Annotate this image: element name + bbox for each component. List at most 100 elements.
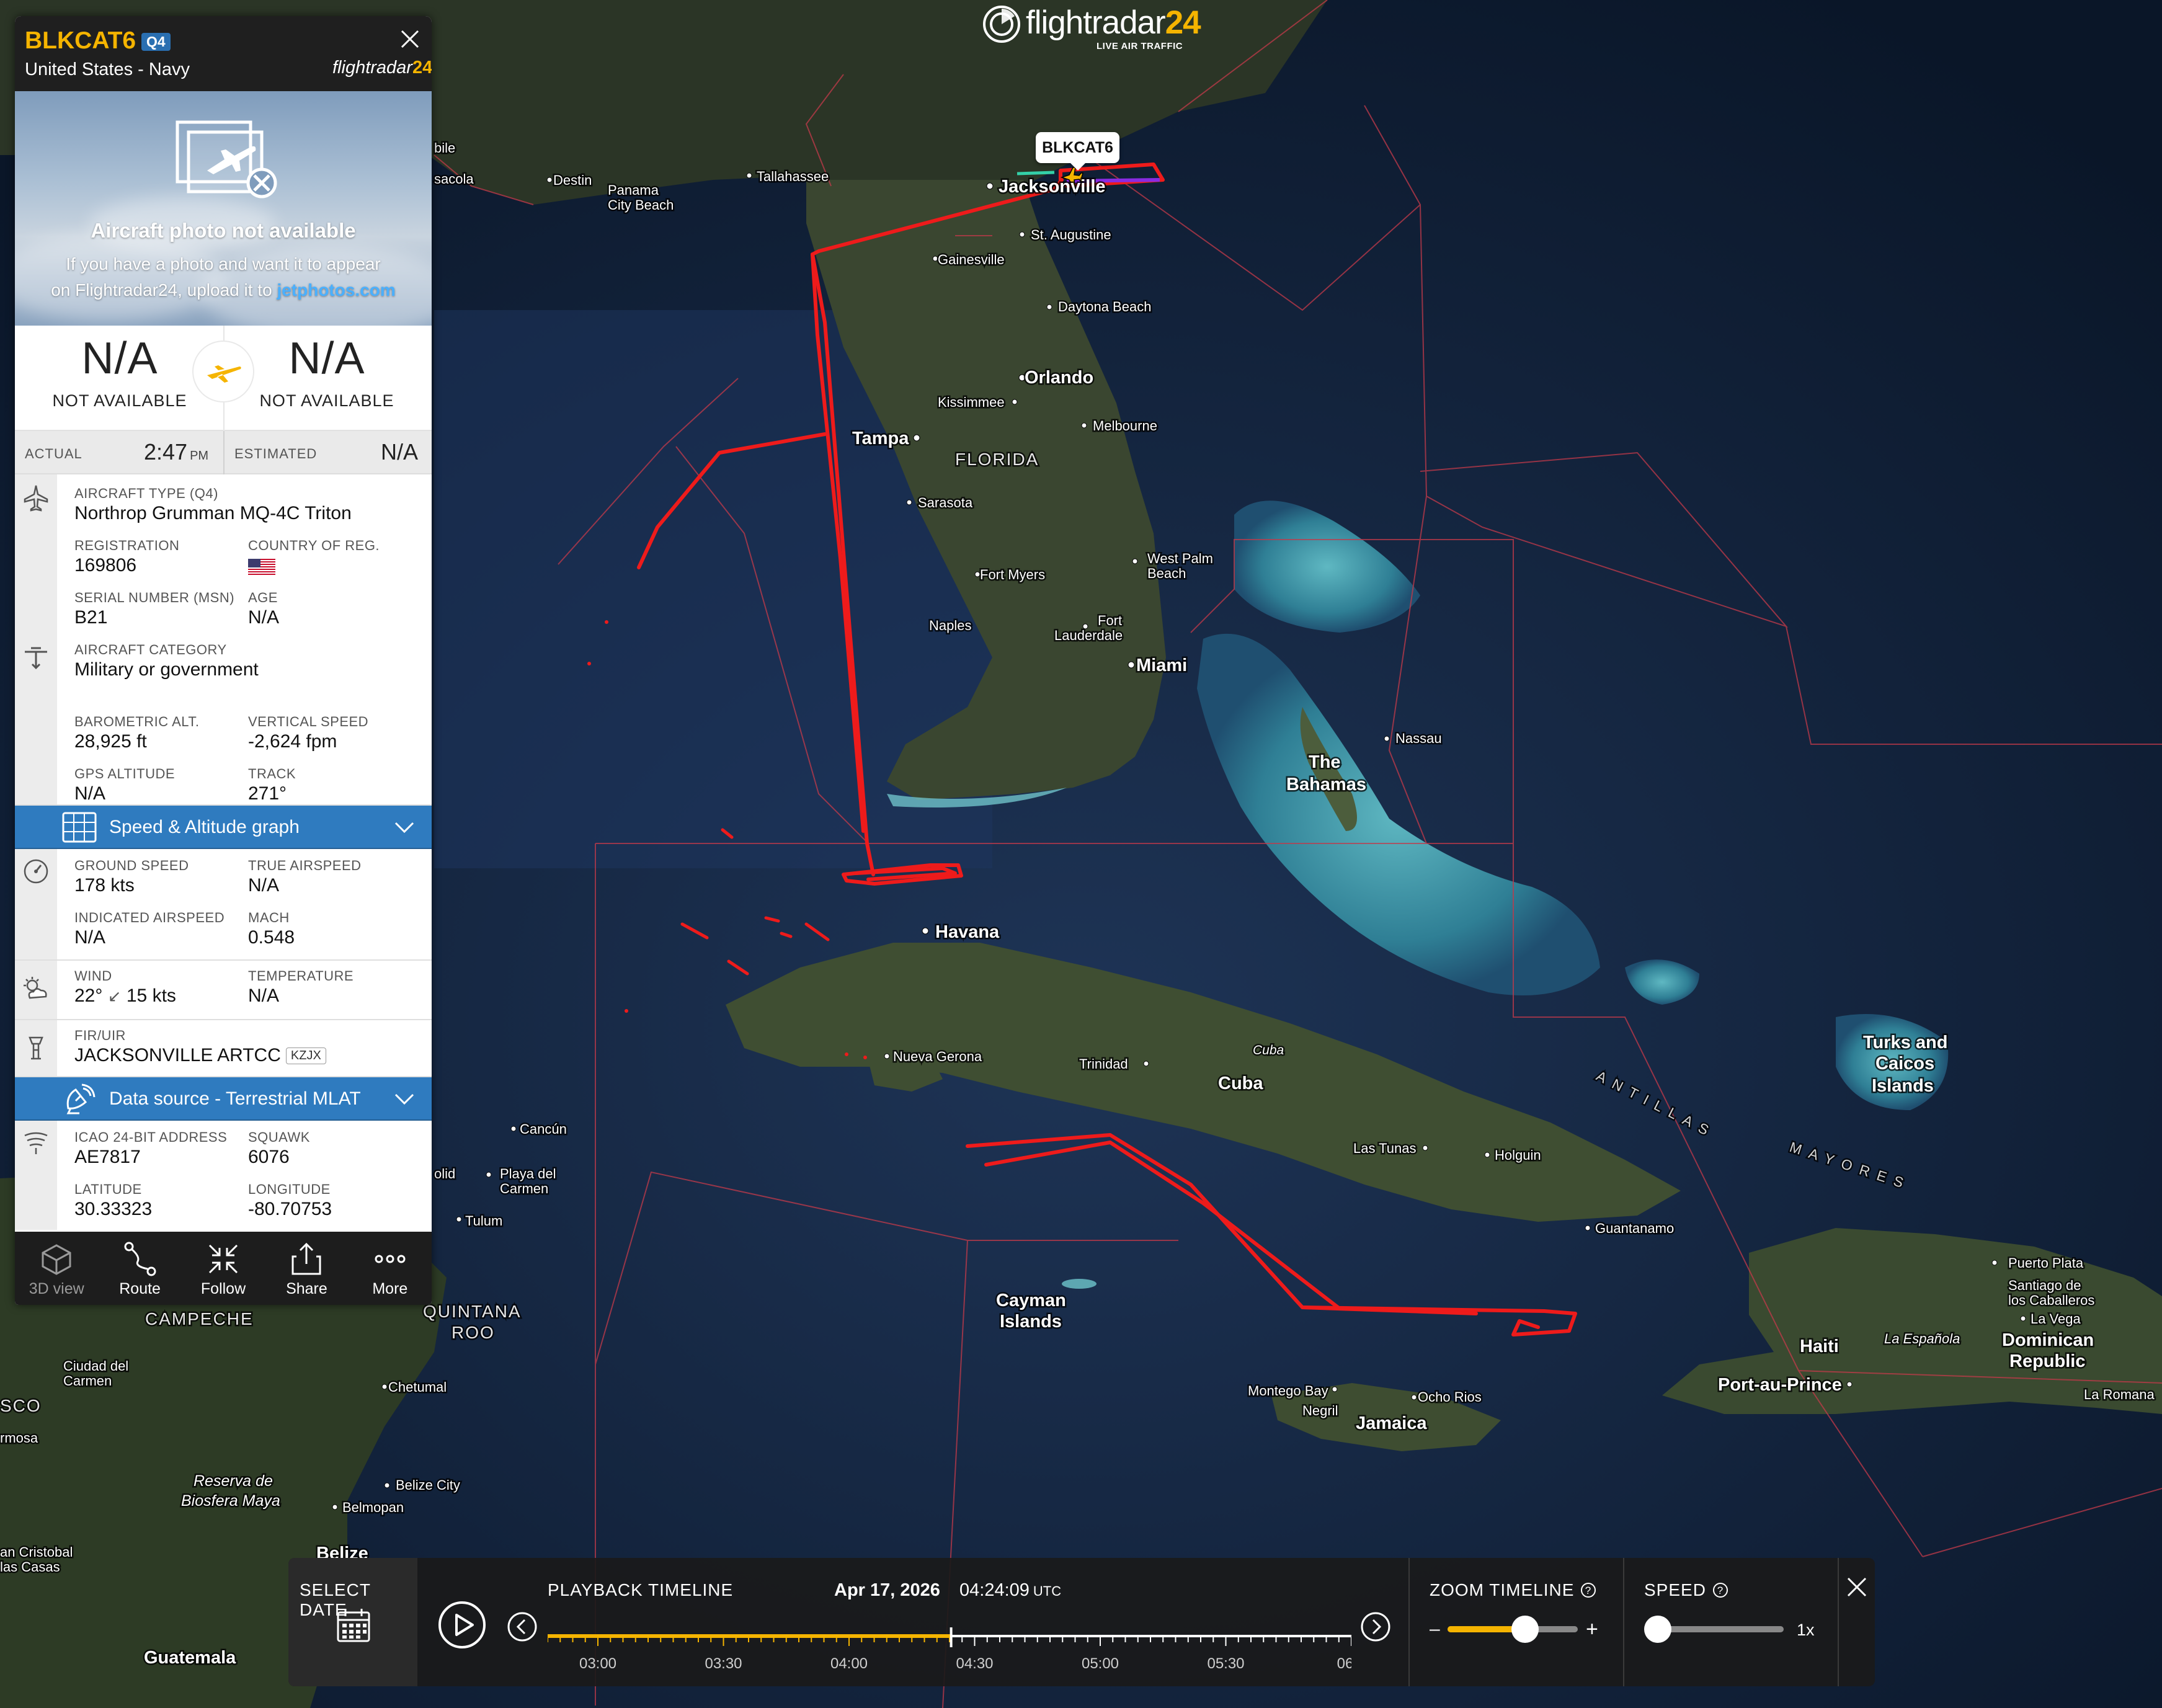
label-florida: FLORIDA xyxy=(955,450,1039,469)
route-icon xyxy=(124,1242,156,1276)
label-trinidad: Trinidad xyxy=(1079,1056,1128,1072)
zoom-timeline-label: ZOOM TIMELINE ? xyxy=(1430,1580,1597,1600)
timeline-forward-button[interactable] xyxy=(1360,1611,1391,1642)
label-quintana-2: ROO xyxy=(452,1323,495,1342)
gps-alt-value: N/A xyxy=(74,783,106,804)
3d-view-button[interactable]: 3D view xyxy=(15,1232,98,1305)
squawk-label: SQUAWK xyxy=(248,1129,310,1145)
estimated-label: ESTIMATED xyxy=(234,446,318,461)
timeline-tick-label: 04:00 xyxy=(830,1655,868,1671)
share-button[interactable]: Share xyxy=(265,1232,348,1305)
close-panel-button[interactable] xyxy=(396,25,424,53)
playback-timeline-label: PLAYBACK TIMELINE xyxy=(548,1580,734,1599)
label-turks-1: Turks and xyxy=(1863,1033,1947,1052)
data-source-toggle[interactable]: Data source - Terrestrial MLAT xyxy=(15,1077,432,1121)
indicated-airspeed-value: N/A xyxy=(74,927,106,948)
icao-label: ICAO 24-BIT ADDRESS xyxy=(74,1129,228,1145)
label-tallahassee: Tallahassee xyxy=(757,169,829,184)
longitude-label: LONGITUDE xyxy=(248,1181,331,1197)
no-photo-icon xyxy=(176,120,277,198)
label-holguin: Holguin xyxy=(1495,1147,1541,1163)
label-haiti: Haiti xyxy=(1800,1337,1839,1356)
label-panama-1: Panama xyxy=(608,182,659,198)
temperature-label: TEMPERATURE xyxy=(248,968,354,984)
label-negril: Negril xyxy=(1302,1403,1338,1418)
jetphotos-link[interactable]: jetphotos.com xyxy=(277,280,395,300)
label-rmosa: rmosa xyxy=(0,1430,38,1446)
help-icon[interactable]: ? xyxy=(1712,1581,1729,1599)
flight-operator: United States - Navy xyxy=(25,60,190,79)
chevron-down-icon xyxy=(394,822,414,834)
weather-icon xyxy=(24,977,47,999)
label-west-palm-1: West Palm xyxy=(1147,551,1213,566)
select-date-button[interactable]: SELECT DATE xyxy=(288,1558,417,1686)
fir-value: JACKSONVILLE ARTCC KZJX xyxy=(74,1045,326,1066)
chevron-left-icon xyxy=(516,1619,526,1635)
playback-divider xyxy=(1408,1558,1410,1686)
label-ocho-rios: Ocho Rios xyxy=(1418,1389,1482,1405)
label-campeche: CAMPECHE xyxy=(145,1309,254,1328)
label-sco: SCO xyxy=(0,1396,42,1415)
speed-slider[interactable]: 1x xyxy=(1644,1614,1830,1645)
label-la-romana: La Romana xyxy=(2084,1387,2155,1402)
estimated-value: N/A xyxy=(381,439,419,465)
close-icon xyxy=(401,30,419,48)
label-quintana-1: QUINTANA xyxy=(423,1302,522,1321)
label-kissimmee: Kissimmee xyxy=(938,394,1005,410)
fr24-logo-tagline: LIVE AIR TRAFFIC xyxy=(1097,41,1183,51)
aircraft-section-sidebar xyxy=(15,474,57,706)
transponder-section: ICAO 24-BIT ADDRESS AE7817 SQUAWK 6076 L… xyxy=(15,1121,432,1230)
timeline-back-button[interactable] xyxy=(507,1611,538,1642)
label-dominican-1: Dominican xyxy=(2002,1330,2094,1350)
playback-divider xyxy=(1838,1558,1839,1686)
cayman-island xyxy=(1062,1279,1097,1289)
fr24-logo-text: flightradar24 xyxy=(1026,4,1201,41)
panel-fr24-logo: flightradar24 xyxy=(332,58,432,78)
label-west-palm-2: Beach xyxy=(1147,566,1186,581)
more-button[interactable]: More xyxy=(349,1232,432,1305)
weather-section: WIND 22° ↙ 15 kts TEMPERATURE N/A xyxy=(15,961,432,1020)
altitude-section: BAROMETRIC ALT. 28,925 ft VERTICAL SPEED… xyxy=(15,706,432,806)
destination-code: N/A xyxy=(288,334,365,383)
label-gainesville: Gainesville xyxy=(938,252,1005,267)
label-destin: Destin xyxy=(553,172,592,188)
route-button[interactable]: Route xyxy=(98,1232,181,1305)
latitude-value: 30.33323 xyxy=(74,1199,153,1219)
speedometer-icon xyxy=(24,859,48,884)
label-tulum: Tulum xyxy=(465,1213,502,1229)
playback-bar: SELECT DATE PLAYBACK TIMELINE Apr 17, 20… xyxy=(288,1558,1875,1686)
category-value: Military or government xyxy=(74,659,259,680)
speed-label: SPEED ? xyxy=(1644,1580,1729,1600)
label-guatemala: Guatemala xyxy=(144,1648,236,1668)
label-melbourne: Melbourne xyxy=(1093,418,1157,434)
help-icon[interactable]: ? xyxy=(1580,1581,1597,1599)
label-sarasota: Sarasota xyxy=(918,495,973,510)
aircraft-type-value: Northrop Grumman MQ-4C Triton xyxy=(74,503,352,523)
fir-label: FIR/UIR xyxy=(74,1028,126,1043)
follow-button[interactable]: Follow xyxy=(182,1232,265,1305)
label-cuba-region: Cuba xyxy=(1253,1043,1284,1057)
label-cd-carmen-2: Carmen xyxy=(63,1373,112,1389)
zoom-timeline-slider[interactable]: – + xyxy=(1430,1614,1609,1645)
destination-name: NOT AVAILABLE xyxy=(259,391,394,410)
close-icon xyxy=(1847,1577,1867,1597)
label-belmopan: Belmopan xyxy=(342,1500,404,1515)
fir-code-badge: KZJX xyxy=(285,1047,326,1064)
actual-label: ACTUAL xyxy=(25,446,82,461)
aircraft-type-label: AIRCRAFT TYPE (Q4) xyxy=(74,486,218,501)
track-label: TRACK xyxy=(248,766,296,781)
fr24-logo: flightradar24 LIVE AIR TRAFFIC xyxy=(982,4,1201,55)
speed-altitude-graph-toggle[interactable]: Speed & Altitude graph xyxy=(15,806,432,849)
close-playback-button[interactable] xyxy=(1845,1575,1869,1599)
map-callsign-tag[interactable]: BLKCAT6 xyxy=(1036,132,1119,171)
label-tampa: Tampa xyxy=(852,429,909,448)
label-playa-2: Carmen xyxy=(500,1181,548,1196)
playback-timeline-slider[interactable]: 03:00 03:30 04:00 04:30 05:00 05:30 06:0 xyxy=(548,1627,1351,1671)
baro-alt-label: BAROMETRIC ALT. xyxy=(74,714,200,729)
aircraft-icon xyxy=(24,485,48,512)
mach-value: 0.548 xyxy=(248,927,295,948)
graph-section-label: Speed & Altitude graph xyxy=(109,817,300,837)
mach-label: MACH xyxy=(248,910,290,925)
play-button[interactable] xyxy=(437,1600,487,1650)
zoom-out-icon: – xyxy=(1430,1619,1440,1639)
